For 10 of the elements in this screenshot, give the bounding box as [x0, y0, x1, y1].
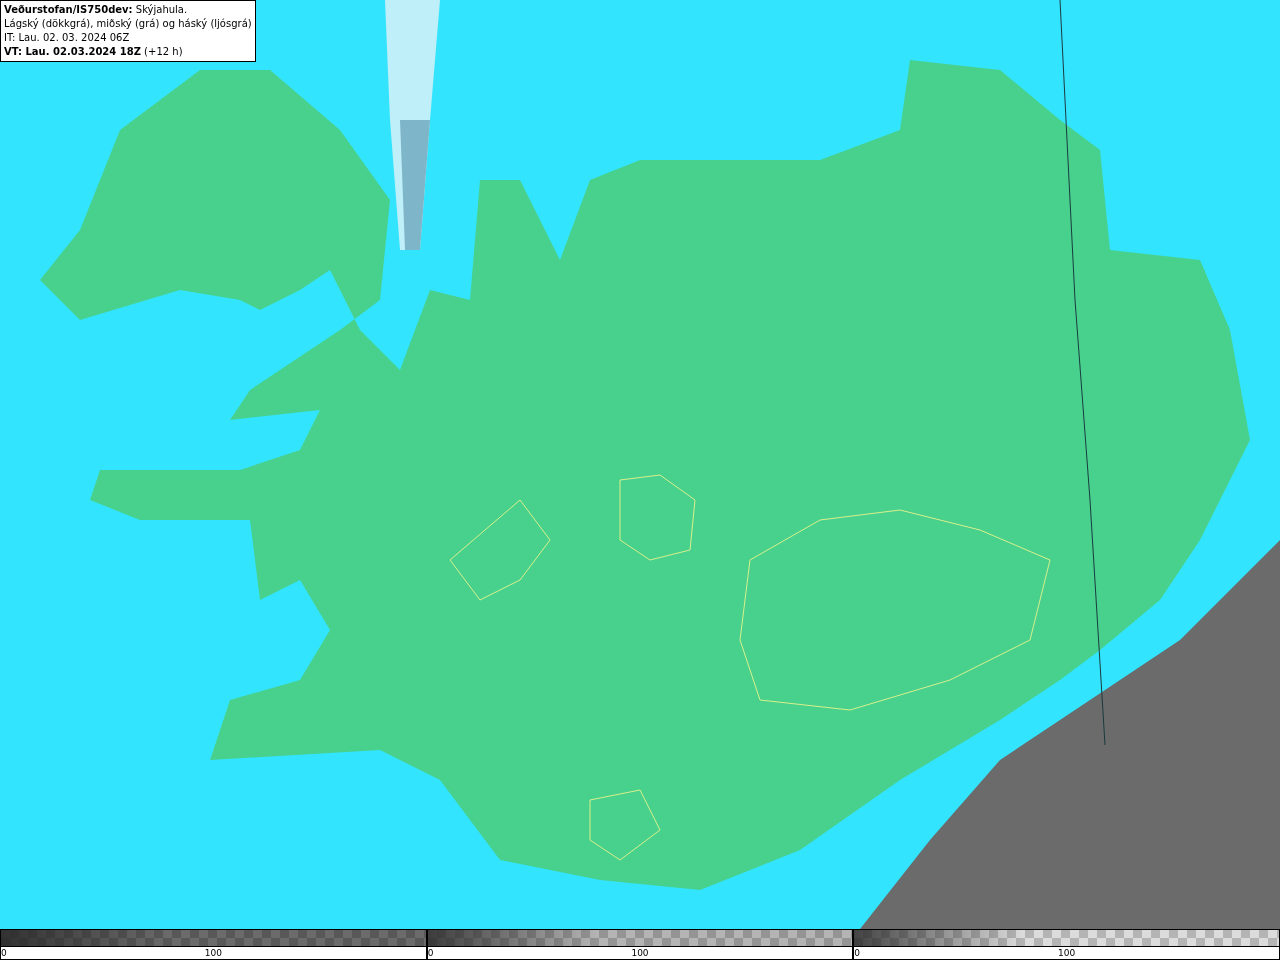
legend-text: IT: Lau. 02. 03. 2024 06Z	[4, 31, 131, 45]
scale-label: 100	[631, 947, 649, 959]
scale-label: 100	[1058, 947, 1076, 959]
legend-text: VT: Lau. 02.03.2024 18Z (+12 h)	[4, 45, 184, 59]
scale-label: 100	[204, 947, 222, 959]
scale-label: 0	[1, 947, 7, 959]
legend-text: Lágský (dökkgrá), miðský (grá) og háský (ljósgrá)	[4, 17, 252, 31]
scale-label: 0	[854, 947, 861, 959]
scale-label: 0	[427, 947, 434, 959]
legend-text: Veðurstofan/IS750dev: Skýjahula.	[4, 3, 189, 17]
